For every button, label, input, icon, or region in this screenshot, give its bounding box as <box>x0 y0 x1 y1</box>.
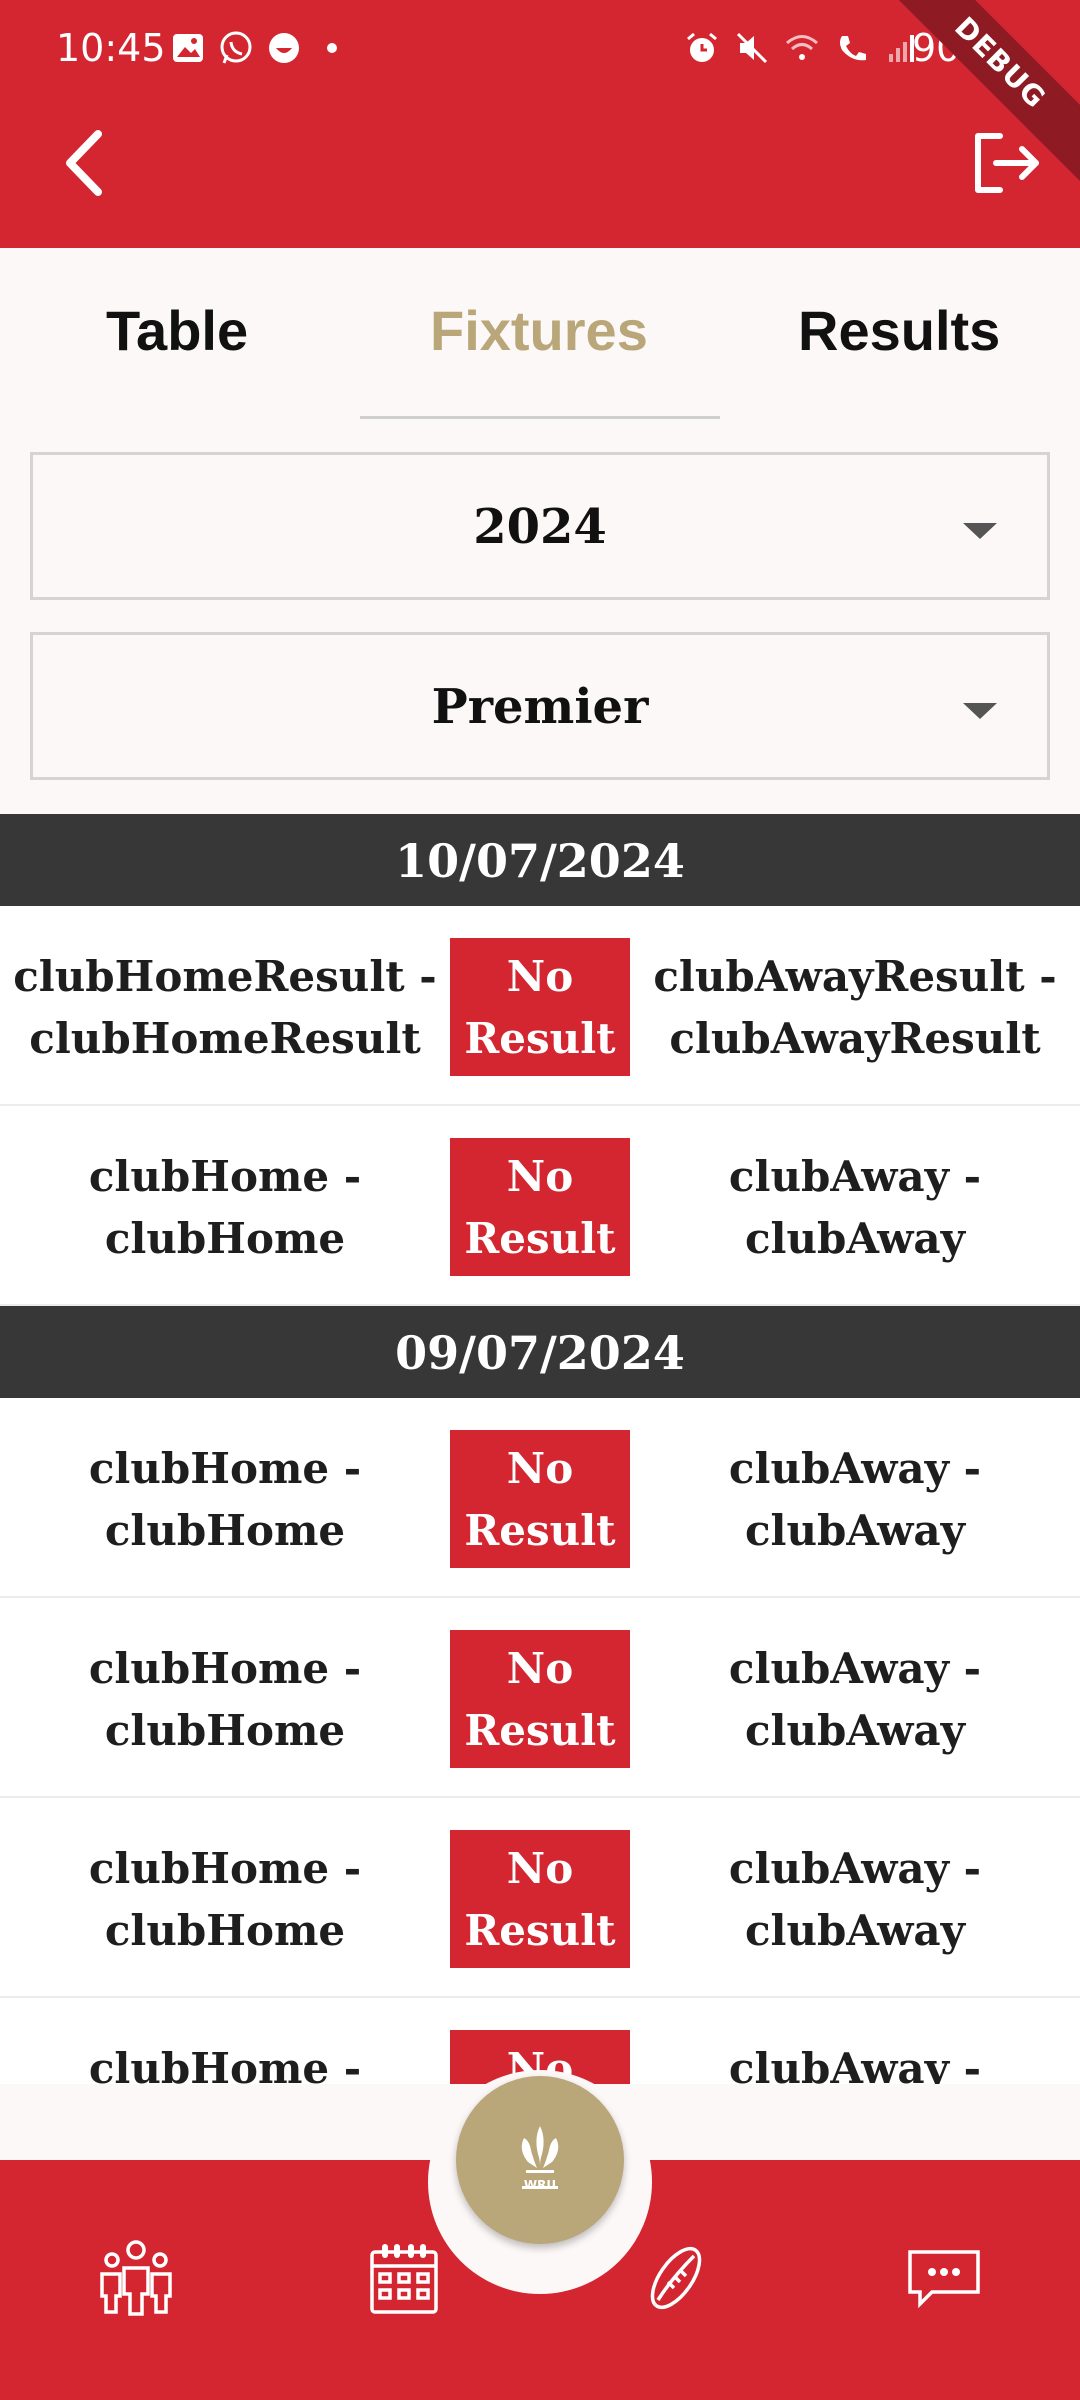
gallery-icon <box>173 34 203 62</box>
fixture-row[interactable]: clubHomeResult - clubHomeResult No Resul… <box>0 906 1080 1106</box>
status-time: 10:45 <box>56 26 166 70</box>
away-club: clubAwayResult - clubAwayResult <box>653 952 1057 1063</box>
caret-down-icon <box>963 703 997 719</box>
fixture-row[interactable]: clubHome - clubHome No Result clubAway -… <box>0 1798 1080 1998</box>
fixture-row[interactable]: clubHome - clubHome No Result clubAway -… <box>0 1598 1080 1798</box>
logout-button[interactable] <box>970 128 1042 198</box>
home-club: clubHome - clubHome <box>88 1844 362 1955</box>
back-button[interactable] <box>56 126 116 200</box>
active-tab-indicator <box>360 416 720 419</box>
fab-label: WRU <box>523 2178 557 2192</box>
people-icon[interactable] <box>96 2238 176 2318</box>
home-club: clubHome - clubHome <box>88 1152 362 1263</box>
league-dropdown-value: Premier <box>431 679 649 735</box>
app-header: 10:45 90% DEBUG <box>0 0 1080 248</box>
away-club: clubAway - clubAway <box>728 2044 982 2084</box>
result-badge: No Result <box>450 1430 630 1568</box>
result-badge: No Result <box>450 1830 630 1968</box>
year-dropdown[interactable]: 2024 <box>30 452 1050 600</box>
whatsapp-icon <box>220 31 252 64</box>
wifi-call-icon <box>840 36 866 61</box>
wifi-icon <box>786 35 818 60</box>
home-fab-button[interactable]: WRU <box>456 2076 624 2244</box>
tab-results[interactable]: Results <box>798 298 1000 363</box>
calendar-icon[interactable] <box>364 2238 444 2318</box>
tab-bar: Table Fixtures Results <box>0 248 1080 420</box>
date-header: 09/07/2024 <box>0 1306 1080 1398</box>
alarm-icon <box>687 32 717 62</box>
emoji-icon <box>269 33 299 63</box>
result-badge: No Result <box>450 1630 630 1768</box>
fixtures-list[interactable]: 10/07/2024 clubHomeResult - clubHomeResu… <box>0 814 1080 2084</box>
mute-icon <box>736 32 768 64</box>
result-badge: No Result <box>450 938 630 1076</box>
away-club: clubAway - clubAway <box>728 1644 982 1755</box>
fixture-row[interactable]: clubHome - clubHome No Result clubAway -… <box>0 1106 1080 1306</box>
fixture-row[interactable]: clubHome - clubHome No Result clubAway -… <box>0 1398 1080 1598</box>
date-header: 10/07/2024 <box>0 814 1080 906</box>
dot-icon <box>327 43 337 53</box>
chat-icon[interactable] <box>904 2238 984 2318</box>
rugby-ball-icon[interactable] <box>636 2238 716 2318</box>
logout-icon <box>975 133 1039 193</box>
league-dropdown[interactable]: Premier <box>30 632 1050 780</box>
chevron-left-icon <box>66 130 102 196</box>
tab-table[interactable]: Table <box>106 298 248 363</box>
away-club: clubAway - clubAway <box>728 1444 982 1555</box>
home-club: clubHomeResult - clubHomeResult <box>13 952 437 1063</box>
home-club: clubHome - clubHome <box>88 2044 362 2084</box>
tab-fixtures[interactable]: Fixtures <box>430 298 648 363</box>
away-club: clubAway - clubAway <box>728 1152 982 1263</box>
away-club: clubAway - clubAway <box>728 1844 982 1955</box>
year-dropdown-value: 2024 <box>473 499 607 555</box>
result-badge: No Result <box>450 1138 630 1276</box>
caret-down-icon <box>963 523 997 539</box>
home-club: clubHome - clubHome <box>88 1444 362 1555</box>
home-club: clubHome - clubHome <box>88 1644 362 1755</box>
